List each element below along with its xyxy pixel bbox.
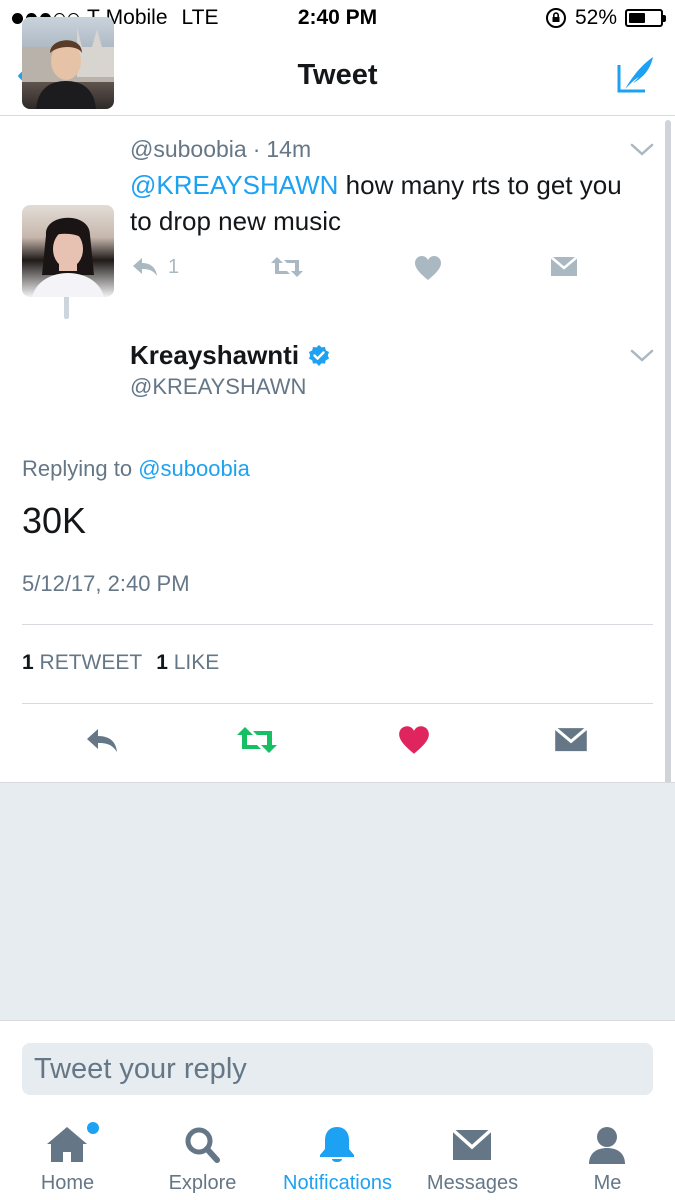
author-name[interactable]: Kreayshawnti xyxy=(130,340,299,371)
parent-dm-action[interactable] xyxy=(550,255,578,277)
like-count: 1 xyxy=(156,651,168,674)
meta-separator: · xyxy=(252,136,261,162)
retweet-count: 1 xyxy=(22,651,34,674)
verified-badge-icon xyxy=(309,344,330,366)
tab-messages[interactable]: Messages xyxy=(405,1108,540,1200)
reply-bar xyxy=(0,1020,675,1108)
divider xyxy=(22,703,653,704)
battery-percent: 52% xyxy=(574,6,617,29)
replying-prefix: Replying to xyxy=(22,456,133,481)
bell-icon xyxy=(320,1127,354,1162)
reply-icon xyxy=(133,258,157,276)
tab-label: Explore xyxy=(168,1172,237,1194)
parent-age: 14m xyxy=(266,136,312,162)
tab-notifications[interactable]: Notifications xyxy=(270,1108,405,1200)
like-stat[interactable]: 1 LIKE xyxy=(156,651,219,675)
person-icon xyxy=(589,1127,625,1164)
reply-icon[interactable] xyxy=(84,725,120,755)
main-tweet-text: 30K xyxy=(22,500,87,541)
envelope-icon xyxy=(550,256,578,276)
parent-tweet-text: @KREAYSHAWN how many rts to get you to d… xyxy=(130,167,640,239)
like-stat-label: LIKE xyxy=(173,651,220,674)
empty-replies-area xyxy=(0,782,675,1020)
search-icon xyxy=(185,1127,220,1163)
parent-handle[interactable]: @suboobia xyxy=(130,136,247,163)
tab-label: Me xyxy=(593,1172,622,1194)
avatar-suboobia[interactable] xyxy=(22,17,114,109)
home-icon xyxy=(47,1127,87,1162)
heart-icon xyxy=(415,256,441,280)
retweet-icon[interactable] xyxy=(236,725,278,755)
mention-link[interactable]: @KREAYSHAWN xyxy=(130,170,338,200)
tab-explore[interactable]: Explore xyxy=(135,1108,270,1200)
status-right: 52% xyxy=(545,6,666,30)
chevron-down-icon[interactable] xyxy=(629,348,655,364)
tab-label: Home xyxy=(40,1172,95,1194)
compose-tweet-icon[interactable] xyxy=(615,53,657,97)
retweet-stat-label: RETWEET xyxy=(39,651,143,674)
tab-label: Messages xyxy=(426,1172,519,1194)
chevron-down-icon[interactable] xyxy=(629,142,655,158)
envelope-icon[interactable] xyxy=(554,725,588,753)
replying-to-link[interactable]: @suboobia xyxy=(138,456,250,481)
avatar-kreayshawn[interactable] xyxy=(22,205,114,297)
orientation-lock-icon xyxy=(545,8,566,28)
parent-reply-action[interactable]: 1 xyxy=(130,255,179,279)
author-name-row: Kreayshawnti xyxy=(130,340,331,371)
envelope-icon xyxy=(451,1128,493,1160)
heart-icon[interactable] xyxy=(398,725,430,755)
replying-to-line: Replying to @suboobia xyxy=(22,456,250,482)
battery-icon xyxy=(625,9,666,27)
parent-tweet-meta: @suboobia · 14m xyxy=(130,136,311,163)
retweet-stat[interactable]: 1 RETWEET xyxy=(22,651,142,675)
tweet-timestamp: 5/12/17, 2:40 PM xyxy=(22,571,190,596)
parent-tweet-actions: 1 xyxy=(130,255,590,287)
retweet-icon xyxy=(271,257,303,277)
reply-input[interactable] xyxy=(22,1043,653,1095)
new-content-dot xyxy=(87,1122,99,1134)
scroll-indicator[interactable] xyxy=(665,120,671,892)
tab-home[interactable]: Home xyxy=(0,1108,135,1200)
author-handle[interactable]: @KREAYSHAWN xyxy=(130,374,306,400)
parent-like-action[interactable] xyxy=(414,255,442,281)
tab-label: Notifications xyxy=(283,1172,392,1194)
tab-me[interactable]: Me xyxy=(540,1108,675,1200)
parent-reply-count: 1 xyxy=(168,255,180,278)
divider xyxy=(22,624,653,625)
tweet-stats: 1 RETWEET 1 LIKE xyxy=(22,651,219,675)
parent-retweet-action[interactable] xyxy=(270,255,304,279)
tab-bar: Home Explore Notifications Messages Me xyxy=(0,1108,675,1200)
main-tweet-actions xyxy=(0,725,675,763)
